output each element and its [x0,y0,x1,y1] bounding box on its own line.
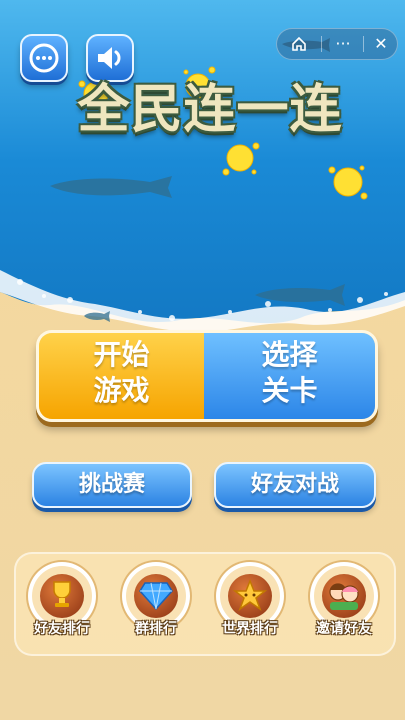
start-game-button[interactable]: 开始 游戏 [39,333,204,419]
group-ranking-button[interactable]: 群排行 [116,566,196,646]
select-level-label-line1: 选择 [261,338,318,371]
select-level-label-line2: 关卡 [261,374,318,407]
chat-bubble-icon [29,43,59,73]
mini-program-capsule: ··· ✕ [276,28,398,60]
group-ranking-badge [126,566,186,626]
close-button[interactable]: ✕ [363,29,399,59]
invite-friends-label: 邀请好友 [316,621,372,637]
world-ranking-badge [220,566,280,626]
diamond-icon [139,582,173,611]
home-icon [292,36,306,51]
trophy-icon [53,581,71,607]
world-ranking-button[interactable]: 世界排行 [210,566,290,646]
home-button[interactable] [281,29,317,59]
start-game-label-line1: 开始 [93,338,150,371]
more-button[interactable]: ··· [325,29,361,59]
challenge-button[interactable]: 挑战赛 [32,462,192,508]
select-level-button[interactable]: 选择 关卡 [204,333,375,419]
invite-friends-button[interactable]: 邀请好友 [304,566,384,646]
world-ranking-label: 世界排行 [222,621,278,637]
friend-ranking-label: 好友排行 [34,621,90,637]
group-ranking-label: 群排行 [135,621,177,637]
star-icon [233,579,267,611]
friend-ranking-button[interactable]: 好友排行 [22,566,102,646]
start-game-label-line2: 游戏 [93,374,150,407]
invite-friends-badge [314,566,374,626]
game-title: 全民连一连 [77,80,343,140]
main-action-panel: 开始 游戏 选择 关卡 [36,330,378,422]
friend-battle-button[interactable]: 好友对战 [214,462,376,508]
friends-icon [329,583,359,610]
friend-ranking-badge [32,566,92,626]
capsule-divider [321,36,322,52]
